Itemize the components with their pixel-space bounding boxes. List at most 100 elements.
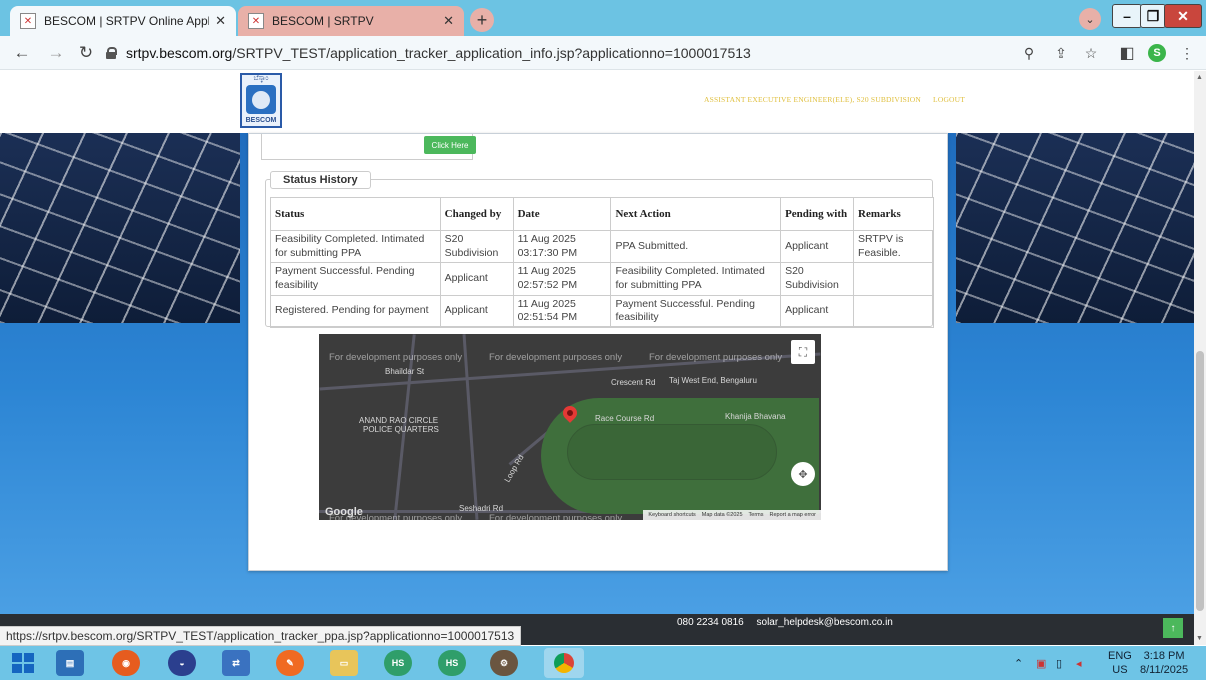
google-logo: Google xyxy=(325,506,363,518)
firefox-icon[interactable]: ◉ xyxy=(112,650,140,676)
reload-icon[interactable]: ↻ xyxy=(76,43,96,63)
table-row: Registered. Pending for payment Applican… xyxy=(270,294,934,328)
scroll-up-icon[interactable]: ▲ xyxy=(1196,74,1203,81)
solar-panel-image xyxy=(0,133,240,323)
close-icon[interactable]: ✕ xyxy=(215,13,226,29)
folder-icon[interactable]: ▭ xyxy=(330,650,358,676)
browser-tab-strip: ✕ BESCOM | SRTPV Online Applicat ✕ ✕ BES… xyxy=(0,0,1206,36)
back-arrow-icon[interactable]: ← xyxy=(12,43,32,63)
hs-app-icon[interactable]: HS xyxy=(384,650,412,676)
helpdesk-email[interactable]: solar_helpdesk@bescom.co.in xyxy=(757,617,893,628)
click-here-button[interactable]: Click Here xyxy=(424,136,476,154)
location-map[interactable]: For development purposes only For develo… xyxy=(319,334,821,520)
paint-icon[interactable]: ✎ xyxy=(276,650,304,676)
cell-pending-with: Applicant xyxy=(780,294,855,328)
restore-button[interactable]: ❐ xyxy=(1140,4,1166,28)
eclipse-icon[interactable]: ◒ xyxy=(168,650,196,676)
page-viewport: ಬೆಸ್ಕಾಂ BESCOM ASSISTANT EXECUTIVE ENGIN… xyxy=(0,71,1194,645)
volume-icon[interactable]: ◂ xyxy=(1076,646,1082,680)
map-data-text: Map data ©2025 xyxy=(701,512,743,518)
remote-desktop-icon[interactable]: ⇄ xyxy=(222,650,250,676)
logout-link[interactable]: LOGOUT xyxy=(933,95,965,104)
system-clock[interactable]: 3:18 PM 8/11/2025 xyxy=(1140,649,1188,677)
terms-link[interactable]: Terms xyxy=(749,512,764,518)
window-close-button[interactable]: ✕ xyxy=(1164,4,1202,28)
lock-icon xyxy=(106,47,117,59)
cell-status: Registered. Pending for payment xyxy=(270,294,441,328)
user-role-link[interactable]: ASSISTANT EXECUTIVE ENGINEER(ELE), S20 S… xyxy=(704,95,921,104)
pan-control-icon[interactable]: ✥ xyxy=(791,462,815,486)
profile-avatar[interactable]: S xyxy=(1148,44,1166,62)
cell-next-action: Feasibility Completed. Intimated for sub… xyxy=(610,262,782,296)
fullscreen-icon[interactable]: ⛶ xyxy=(791,340,815,364)
helpline-phone: 080 2234 0816 xyxy=(677,617,744,628)
map-label: Race Course Rd xyxy=(595,414,655,423)
application-info-card: Click Here Status History Status Changed… xyxy=(248,133,948,571)
address-bar: ← → ↻ srtpv.bescom.org/SRTPV_TEST/applic… xyxy=(0,36,1206,70)
dev-watermark: For development purposes only xyxy=(649,352,783,363)
chrome-icon[interactable] xyxy=(544,648,584,678)
more-menu-icon[interactable]: ⋮ xyxy=(1178,44,1196,62)
url-input[interactable]: srtpv.bescom.org/SRTPV_TEST/application_… xyxy=(106,40,1106,66)
race-track xyxy=(567,424,777,480)
status-history-table: Status Changed by Date Next Action Pendi… xyxy=(270,197,934,328)
column-header-remarks: Remarks xyxy=(853,197,934,231)
bookmark-star-icon[interactable]: ☆ xyxy=(1082,44,1100,62)
column-header-next-action: Next Action xyxy=(610,197,782,231)
close-icon[interactable]: ✕ xyxy=(443,13,454,29)
link-status-bubble: https://srtpv.bescom.org/SRTPV_TEST/appl… xyxy=(0,626,522,646)
file-explorer-icon[interactable]: ▤ xyxy=(56,650,84,676)
back-to-top-button[interactable]: ↑ xyxy=(1163,618,1183,638)
map-label: Loop Rd xyxy=(502,453,526,484)
dev-watermark: For development purposes only xyxy=(489,352,623,363)
scroll-thumb[interactable] xyxy=(1196,351,1204,611)
cell-status: Feasibility Completed. Intimated for sub… xyxy=(270,229,441,264)
clock-date: 8/11/2025 xyxy=(1140,664,1189,676)
url-text: srtpv.bescom.org/SRTPV_TEST/application_… xyxy=(126,45,751,61)
forward-arrow-icon[interactable]: → xyxy=(46,43,66,63)
tab-srtpv[interactable]: ✕ BESCOM | SRTPV ✕ xyxy=(238,6,464,36)
bescom-emblem-icon xyxy=(246,85,276,114)
table-row: Feasibility Completed. Intimated for sub… xyxy=(270,229,934,264)
windows-start-icon[interactable] xyxy=(12,653,34,673)
cell-changed-by: S20 Subdivision xyxy=(439,229,514,264)
display-icon[interactable]: ▯ xyxy=(1056,646,1062,680)
settings-gear-icon[interactable]: ⚙ xyxy=(490,650,518,676)
side-panel-icon[interactable]: ◧ xyxy=(1118,44,1136,62)
map-label: Taj West End, Bengaluru xyxy=(669,376,757,385)
status-history-legend: Status History xyxy=(270,171,371,189)
bescom-logo[interactable]: ಬೆಸ್ಕಾಂ BESCOM xyxy=(240,73,282,128)
share-icon[interactable]: ⇪ xyxy=(1052,44,1070,62)
map-label: ANAND RAO CIRCLE xyxy=(359,416,439,425)
cell-date: 11 Aug 2025 02:57:52 PM xyxy=(512,262,612,296)
cell-next-action: Payment Successful. Pending feasibility xyxy=(610,294,782,328)
map-label: Seshadri Rd xyxy=(459,504,504,513)
page-scrollbar[interactable]: ▲ ▼ xyxy=(1194,71,1206,645)
site-header: ಬೆಸ್ಕಾಂ BESCOM ASSISTANT EXECUTIVE ENGIN… xyxy=(0,71,1194,133)
keyboard-shortcuts-link[interactable]: Keyboard shortcuts xyxy=(648,512,695,518)
cell-next-action: PPA Submitted. xyxy=(610,229,782,264)
clock-time: 3:18 PM xyxy=(1143,650,1185,662)
action-box: Click Here xyxy=(261,134,476,160)
bescom-favicon-icon: ✕ xyxy=(248,13,264,29)
new-tab-button[interactable]: + xyxy=(470,8,494,32)
scroll-down-icon[interactable]: ▼ xyxy=(1196,635,1203,642)
dev-watermark: For development purposes only xyxy=(329,352,463,363)
hs-app-icon[interactable]: HS xyxy=(438,650,466,676)
column-header-status: Status xyxy=(270,197,441,231)
dev-watermark: For development purposes only xyxy=(489,513,623,520)
tray-overflow-icon[interactable]: ⌃ xyxy=(1014,646,1023,680)
zoom-icon[interactable]: ⚲ xyxy=(1020,44,1038,62)
chevron-down-icon[interactable]: ⌄ xyxy=(1079,8,1101,30)
map-road xyxy=(462,334,479,520)
network-icon[interactable]: ▣ xyxy=(1036,646,1046,680)
cell-changed-by: Applicant xyxy=(439,262,514,296)
tab-srtpv-online-application[interactable]: ✕ BESCOM | SRTPV Online Applicat ✕ xyxy=(10,6,236,36)
column-header-pending-with: Pending with xyxy=(780,197,855,231)
cell-remarks: SRTPV is Feasible. xyxy=(853,229,934,264)
language-indicator[interactable]: ENG US xyxy=(1108,649,1132,677)
report-map-error-link[interactable]: Report a map error xyxy=(770,512,816,518)
minimize-button[interactable]: – xyxy=(1112,4,1142,28)
cell-changed-by: Applicant xyxy=(439,294,514,328)
solar-panel-image xyxy=(956,133,1194,323)
